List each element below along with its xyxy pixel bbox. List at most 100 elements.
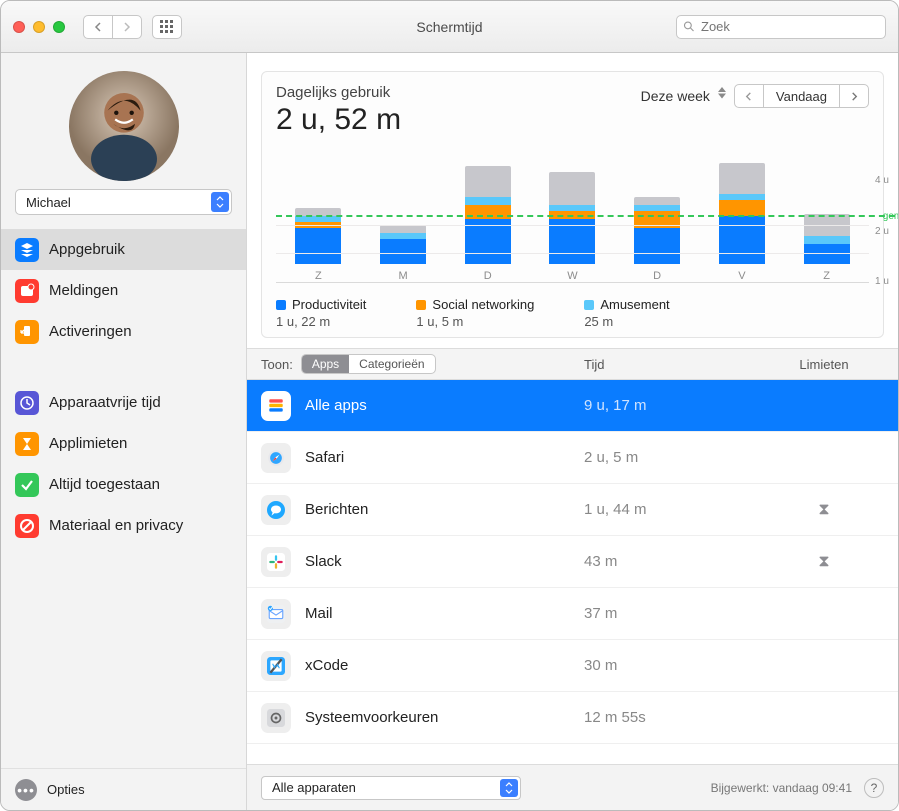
range-select[interactable]: Deze week [641,88,726,104]
bar-label: W [567,270,577,282]
bar-label: D [653,270,661,282]
table-row[interactable]: Safari2 u, 5 m [247,432,898,484]
app-name: Alle apps [305,397,584,414]
table-row[interactable]: Mail37 m [247,588,898,640]
table-row[interactable]: Systeemvoorkeuren12 m 55s [247,692,898,744]
options-label: Opties [47,782,85,797]
window-controls [13,21,65,33]
app-time: 9 u, 17 m [584,397,764,414]
bar-col[interactable]: V [719,163,765,282]
help-button[interactable]: ? [864,778,884,798]
show-label: Toon: [261,357,293,372]
today-button[interactable]: Vandaag [763,85,840,107]
notification-icon [15,279,39,303]
chevron-right-icon [850,92,859,101]
sidebar-item-meldingen[interactable]: Meldingen [1,270,246,311]
app-time: 30 m [584,657,764,674]
sidebar-item-downtime[interactable]: Apparaatvrije tijd [1,382,246,423]
back-button[interactable] [83,15,113,39]
bar-label: D [484,270,492,282]
prev-day-button[interactable] [735,85,763,107]
table-row[interactable]: Slack43 m⧗ [247,536,898,588]
app-name: Safari [305,449,584,466]
main: Dagelijks gebruik 2 u, 52 m Deze week [247,53,898,810]
toolbar-nav [83,15,142,39]
forward-button[interactable] [112,15,142,39]
all-prefs-button[interactable] [152,15,182,39]
avatar-wrap [1,53,246,189]
bar-label: Z [315,270,322,282]
bar-col[interactable]: D [465,166,511,282]
ellipsis-icon: ••• [15,779,37,801]
usage-card: Dagelijks gebruik 2 u, 52 m Deze week [261,71,884,338]
sidebar-item-label: Apparaatvrije tijd [49,394,161,411]
legend-social: Social networking 1 u, 5 m [416,297,534,329]
avatar[interactable] [69,71,179,181]
app-name: xCode [305,657,584,674]
options-button[interactable]: ••• Opties [1,768,246,810]
search-field[interactable] [676,15,886,39]
sidebar-item-activeringen[interactable]: Activeringen [1,311,246,352]
footer: Alle apparaten Bijgewerkt: vandaag 09:41… [247,764,898,810]
col-limits-header[interactable]: Limieten [764,357,884,372]
y-axis: 4 u 2 u 1 u [875,171,899,283]
table-row[interactable]: xCode30 m [247,640,898,692]
search-icon [683,20,695,33]
hourglass-icon [15,432,39,456]
app-time: 1 u, 44 m [584,501,764,518]
seg-categories[interactable]: Categorieën [349,355,434,373]
grid-icon [160,20,174,34]
sysprefs-icon [261,703,291,733]
bar-col[interactable]: D [634,197,680,282]
app-time: 2 u, 5 m [584,449,764,466]
app-time: 37 m [584,605,764,622]
minimize-icon[interactable] [33,21,45,33]
app-rows: Alle apps9 u, 17 mSafari2 u, 5 mBerichte… [247,380,898,764]
next-day-button[interactable] [840,85,868,107]
maximize-icon[interactable] [53,21,65,33]
sidebar-item-label: Altijd toegestaan [49,476,160,493]
sidebar-item-appgebruik[interactable]: Appgebruik [1,229,246,270]
device-select[interactable]: Alle apparaten [261,776,521,800]
sidebar-item-content-privacy[interactable]: Materiaal en privacy [1,505,246,546]
sidebar-item-always-allowed[interactable]: Altijd toegestaan [1,464,246,505]
app-name: Systeemvoorkeuren [305,709,584,726]
clock-icon [15,391,39,415]
updated-label: Bijgewerkt: vandaag 09:41 [711,781,852,795]
date-segmented: Vandaag [734,84,869,108]
table-row[interactable]: Alle apps9 u, 17 m [247,380,898,432]
app-time: 43 m [584,553,764,570]
updown-icon [500,779,518,797]
usage-label: Dagelijks gebruik [276,84,401,101]
sidebar-item-applimieten[interactable]: Applimieten [1,423,246,464]
bar-label: Z [823,270,830,282]
slack-icon [261,547,291,577]
sidebar-item-label: Meldingen [49,282,118,299]
col-time-header[interactable]: Tijd [584,357,764,372]
window: Schermtijd [0,0,899,811]
table-row[interactable]: Berichten1 u, 44 m⧗ [247,484,898,536]
table-header: Toon: Apps Categorieën Tijd Limieten [247,348,898,380]
legend-prod: Productiviteit 1 u, 22 m [276,297,366,329]
user-select[interactable]: Michael [15,189,232,215]
average-line [276,215,899,217]
bar-label: V [738,270,745,282]
bar-col[interactable]: Z [295,208,341,282]
chevron-left-icon [93,22,103,32]
app-name: Berichten [305,501,584,518]
xcode-icon [261,651,291,681]
sidebar-item-label: Appgebruik [49,241,125,258]
avatar-image [69,71,179,181]
stack-icon [15,238,39,262]
no-icon [15,514,39,538]
app-time: 12 m 55s [584,709,764,726]
sidebar-item-label: Activeringen [49,323,132,340]
app-limit: ⧗ [764,553,884,571]
close-icon[interactable] [13,21,25,33]
chart-legend: Productiviteit 1 u, 22 m Social networki… [276,297,869,329]
bar-col[interactable]: Z [804,214,850,282]
bar-col[interactable]: W [549,172,595,282]
seg-apps[interactable]: Apps [302,355,349,373]
safari-icon [261,443,291,473]
search-input[interactable] [699,18,879,35]
